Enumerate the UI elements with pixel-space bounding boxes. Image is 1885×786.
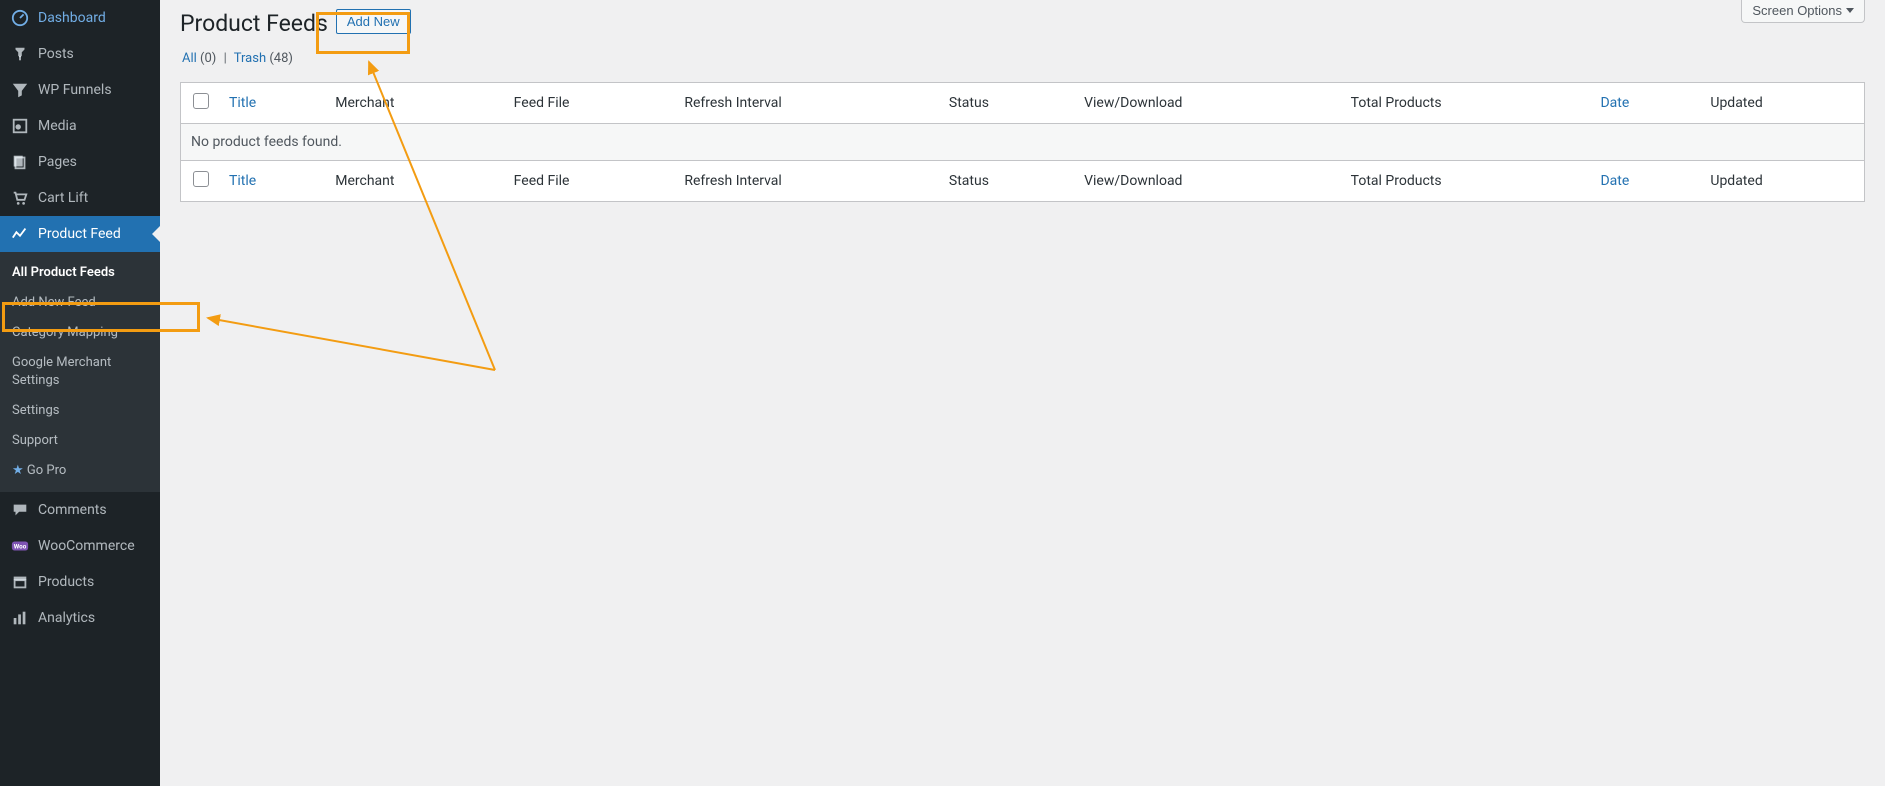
media-icon [10,116,30,136]
col-merchant-footer: Merchant [325,160,503,201]
sidebar-label: WP Funnels [38,81,152,99]
filter-all-link[interactable]: All [182,51,197,66]
col-updated: Updated [1700,82,1864,123]
empty-message: No product feeds found. [181,123,1865,160]
submenu-go-pro[interactable]: ★ Go Pro [0,456,160,486]
submenu-label: Go Pro [27,463,66,478]
col-date[interactable]: Date [1600,95,1629,111]
caret-down-icon [1846,8,1854,13]
screen-options-button[interactable]: Screen Options [1741,0,1865,23]
pushpin-icon [10,44,30,64]
select-all-checkbox-header[interactable] [193,93,209,109]
sidebar-label: Product Feed [38,225,152,243]
sidebar-item-wpfunnels[interactable]: WP Funnels [0,72,160,108]
sidebar-label: Media [38,117,152,135]
sidebar-item-products[interactable]: Products [0,564,160,600]
comment-icon [10,500,30,520]
dashboard-icon [10,8,30,28]
cart-icon [10,188,30,208]
col-view-download-footer: View/Download [1074,160,1341,201]
sidebar-item-pages[interactable]: Pages [0,144,160,180]
submenu-add-new-feed[interactable]: Add New Feed [0,288,160,318]
archive-icon [10,572,30,592]
chart-line-icon [10,224,30,244]
page-title: Product Feeds [180,9,328,39]
col-title[interactable]: Title [229,95,256,111]
sidebar-label: Posts [38,45,152,63]
col-feed-file-footer: Feed File [504,160,675,201]
col-feed-file: Feed File [504,82,675,123]
col-status-footer: Status [939,160,1074,201]
sidebar-item-analytics[interactable]: Analytics [0,600,160,636]
sidebar-item-cartlift[interactable]: Cart Lift [0,180,160,216]
sidebar-item-comments[interactable]: Comments [0,492,160,528]
sidebar-label: WooCommerce [38,537,152,555]
col-total-products-footer: Total Products [1341,160,1591,201]
sidebar-item-woocommerce[interactable]: Woo WooCommerce [0,528,160,564]
submenu-support[interactable]: Support [0,426,160,456]
sidebar-label: Dashboard [38,9,152,27]
page-header: Product Feeds Add New [180,0,1865,43]
sidebar-item-productfeed[interactable]: Product Feed [0,216,160,252]
col-date-footer[interactable]: Date [1600,173,1629,189]
table-empty-row: No product feeds found. [181,123,1865,160]
col-total-products: Total Products [1341,82,1591,123]
filter-separator: | [224,51,227,66]
sidebar-label: Comments [38,501,152,519]
status-filters: All (0) | Trash (48) [182,51,1865,66]
feeds-table: Title Merchant Feed File Refresh Interva… [180,82,1865,202]
screen-options-label: Screen Options [1752,3,1842,18]
sidebar-label: Products [38,573,152,591]
sidebar-item-dashboard[interactable]: Dashboard [0,0,160,36]
submenu-all-product-feeds[interactable]: All Product Feeds [0,258,160,288]
col-merchant: Merchant [325,82,503,123]
submenu-google-merchant-settings[interactable]: Google Merchant Settings [0,348,160,396]
submenu-category-mapping[interactable]: Category Mapping [0,318,160,348]
filter-trash-link[interactable]: Trash [234,51,266,66]
sidebar-label: Analytics [38,609,152,627]
filter-trash-count: (48) [269,51,293,66]
bars-icon [10,608,30,628]
select-all-checkbox-footer[interactable] [193,171,209,187]
add-new-button[interactable]: Add New [336,9,411,34]
col-status: Status [939,82,1074,123]
sidebar-submenu: All Product Feeds Add New Feed Category … [0,252,160,492]
sidebar-label: Cart Lift [38,189,152,207]
sidebar-label: Pages [38,153,152,171]
filter-all-count: (0) [200,51,216,66]
star-icon: ★ [12,463,24,478]
page-icon [10,152,30,172]
woo-icon: Woo [10,536,30,556]
col-updated-footer: Updated [1700,160,1864,201]
sidebar-item-posts[interactable]: Posts [0,36,160,72]
col-refresh-interval-footer: Refresh Interval [674,160,939,201]
funnel-icon [10,80,30,100]
col-view-download: View/Download [1074,82,1341,123]
main-content: Screen Options Product Feeds Add New All… [160,0,1885,786]
col-title-footer[interactable]: Title [229,173,256,189]
submenu-settings[interactable]: Settings [0,396,160,426]
sidebar-item-media[interactable]: Media [0,108,160,144]
admin-sidebar: Dashboard Posts WP Funnels Media Pages C… [0,0,160,786]
col-refresh-interval: Refresh Interval [674,82,939,123]
svg-text:Woo: Woo [14,543,27,551]
